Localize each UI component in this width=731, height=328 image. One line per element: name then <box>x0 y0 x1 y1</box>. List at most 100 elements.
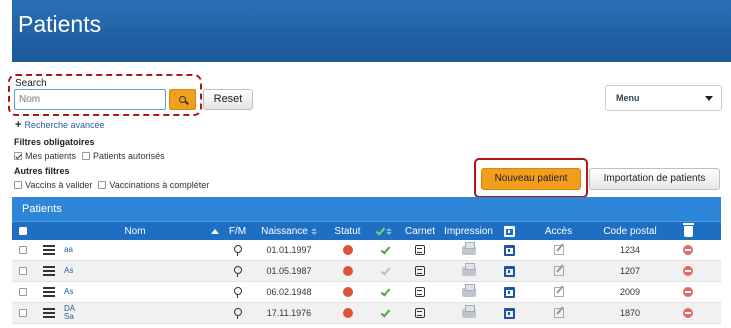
row-impression[interactable] <box>440 240 497 260</box>
row-acces[interactable] <box>521 240 596 260</box>
search-input[interactable] <box>14 89 166 110</box>
row-checkbox[interactable] <box>18 246 27 254</box>
row-select[interactable] <box>12 303 36 323</box>
patient-name[interactable]: As <box>64 288 78 296</box>
check-icon <box>380 264 390 276</box>
header-carnet[interactable]: Carnet <box>400 222 440 240</box>
row-details[interactable] <box>36 303 62 323</box>
row-acces[interactable] <box>521 261 596 281</box>
search-button[interactable] <box>169 89 196 110</box>
table-row[interactable]: aa 01.01.1997 1234 <box>12 240 721 261</box>
advanced-search-link[interactable]: + Recherche avancée <box>15 119 105 131</box>
sort-icon <box>310 227 317 235</box>
list-icon <box>43 287 55 297</box>
row-select[interactable] <box>12 261 36 281</box>
row-impression[interactable] <box>440 261 497 281</box>
note-icon <box>415 308 425 318</box>
row-details[interactable] <box>36 261 62 281</box>
select-all-checkbox[interactable] <box>18 227 27 235</box>
row-checkbox[interactable] <box>18 267 27 275</box>
chevron-down-icon <box>705 96 713 101</box>
row-calendar[interactable] <box>497 240 521 260</box>
row-check <box>370 261 400 281</box>
row-carnet[interactable] <box>400 282 440 302</box>
row-fm <box>222 303 253 323</box>
mandatory-filters-title: Filtres obligatoires <box>14 137 95 147</box>
row-code-postal: 1870 <box>619 308 641 318</box>
pin-icon <box>233 286 242 298</box>
table-row[interactable]: DA Sa 17.11.1976 1870 <box>12 303 721 324</box>
row-nom[interactable]: aa <box>62 240 208 260</box>
table-caption: Patients <box>12 197 721 221</box>
row-calendar[interactable] <box>497 261 521 281</box>
other-filters-title: Autres filtres <box>14 166 70 176</box>
printer-icon <box>461 241 476 255</box>
row-delete[interactable] <box>664 240 712 260</box>
header-check[interactable] <box>370 222 400 240</box>
calendar-icon <box>503 244 515 256</box>
row-naissance: 01.01.1997 <box>266 245 312 255</box>
row-delete[interactable] <box>664 282 712 302</box>
row-delete[interactable] <box>664 261 712 281</box>
status-icon <box>342 266 353 276</box>
row-carnet[interactable] <box>400 303 440 323</box>
header-impression[interactable]: Impression <box>440 222 497 240</box>
header-fm[interactable]: F/M <box>222 222 253 240</box>
table-row[interactable]: As 06.02.1948 2009 <box>12 282 721 303</box>
row-delete[interactable] <box>664 303 712 323</box>
row-naissance: 01.05.1987 <box>266 266 312 276</box>
vaccins-valider-checkbox[interactable] <box>14 181 22 189</box>
row-calendar[interactable] <box>497 282 521 302</box>
patient-name[interactable]: aa <box>64 246 78 254</box>
row-statut <box>325 303 370 323</box>
header-calendar[interactable] <box>497 222 521 240</box>
row-checkbox[interactable] <box>18 309 27 317</box>
row-statut <box>325 261 370 281</box>
printer-icon <box>461 283 476 297</box>
row-select[interactable] <box>12 282 36 302</box>
mes-patients-checkbox[interactable] <box>14 152 22 160</box>
calendar-icon <box>503 265 515 277</box>
row-select[interactable] <box>12 240 36 260</box>
row-acces[interactable] <box>521 282 596 302</box>
header-statut[interactable]: Statut <box>325 222 370 240</box>
new-patient-button[interactable]: Nouveau patient <box>481 168 581 190</box>
import-patients-button[interactable]: Importation de patients <box>589 168 720 190</box>
row-impression[interactable] <box>440 303 497 323</box>
row-details[interactable] <box>36 240 62 260</box>
row-nom[interactable]: As <box>62 282 208 302</box>
mandatory-filters-row: Mes patients Patients autorisés <box>14 151 165 161</box>
table-header-row: Nom F/M Naissance Statut Carnet Impressi… <box>12 221 721 240</box>
header-naissance[interactable]: Naissance <box>253 222 325 240</box>
row-impression[interactable] <box>440 282 497 302</box>
reset-button[interactable]: Reset <box>203 89 253 110</box>
row-acces[interactable] <box>521 303 596 323</box>
row-details[interactable] <box>36 282 62 302</box>
row-check <box>370 282 400 302</box>
menu-select[interactable]: Menu <box>605 85 722 111</box>
patient-name[interactable]: As <box>64 267 78 275</box>
header-delete[interactable] <box>664 222 712 240</box>
row-carnet[interactable] <box>400 240 440 260</box>
vaccinations-completer-checkbox[interactable] <box>98 181 107 189</box>
patients-table: Patients Nom F/M Naissance Statut Carnet… <box>12 197 721 324</box>
row-fm <box>222 261 253 281</box>
row-calendar[interactable] <box>497 303 521 323</box>
sort-icon <box>386 227 392 235</box>
patients-autorises-checkbox[interactable] <box>82 152 91 160</box>
table-row[interactable]: As 01.05.1987 1207 <box>12 261 721 282</box>
status-icon <box>342 287 353 297</box>
row-checkbox[interactable] <box>18 288 27 296</box>
calendar-icon <box>503 307 515 319</box>
header-nom-sort[interactable] <box>208 222 222 240</box>
row-carnet[interactable] <box>400 261 440 281</box>
header-code-postal[interactable]: Code postal <box>596 222 664 240</box>
other-filters-row: Vaccins à valider Vaccinations à complét… <box>14 180 209 190</box>
row-code-postal: 1234 <box>619 245 641 255</box>
row-nom[interactable]: As <box>62 261 208 281</box>
header-nom[interactable]: Nom <box>62 222 208 240</box>
row-nom[interactable]: DA Sa <box>62 303 208 323</box>
header-select-all[interactable] <box>12 222 36 240</box>
header-acces[interactable]: Accès <box>521 222 596 240</box>
patient-name[interactable]: DA Sa <box>64 305 78 321</box>
